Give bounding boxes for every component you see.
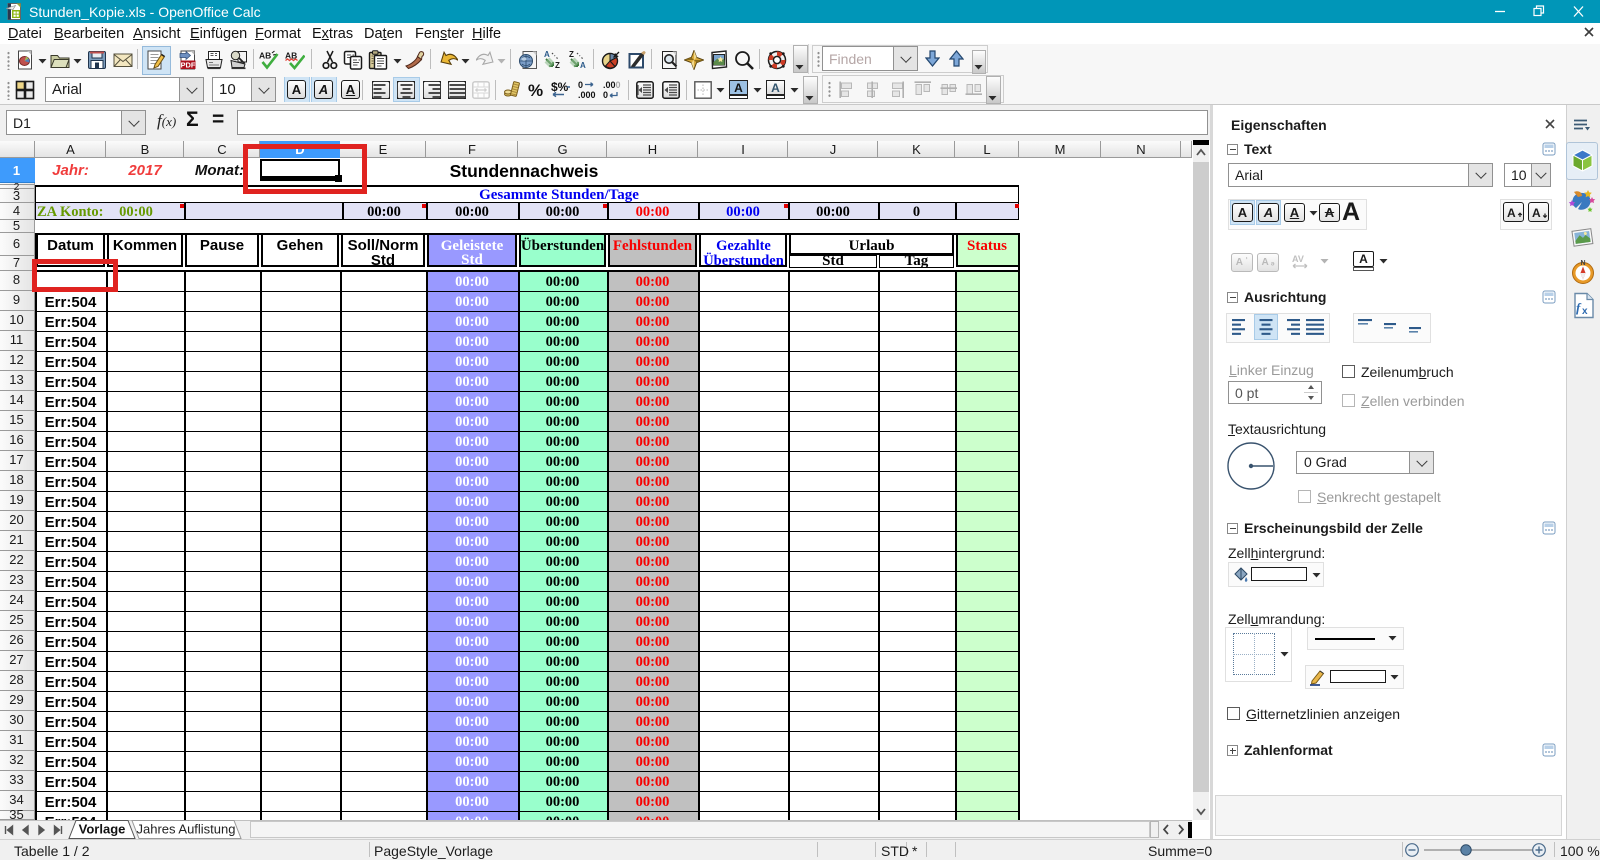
svg-text:Vorlage: Vorlage [79, 822, 126, 837]
svg-text:x: x [1582, 306, 1588, 317]
svg-text:A: A [544, 50, 550, 59]
svg-text:.00: .00 [603, 80, 616, 90]
svg-text:%: % [528, 81, 543, 100]
svg-text:0: 0 [603, 90, 608, 100]
svg-text:0: 0 [616, 80, 621, 90]
svg-text:A: A [1507, 206, 1516, 220]
svg-text:A: A [1532, 206, 1541, 220]
svg-text:Z: Z [569, 50, 574, 59]
svg-text:PDF: PDF [181, 60, 196, 69]
svg-text:A: A [580, 61, 586, 70]
svg-text:.000: .000 [578, 90, 596, 100]
svg-text:$%: $% [551, 80, 569, 94]
svg-text:AV: AV [1292, 254, 1304, 264]
svg-text:N: N [1580, 260, 1585, 267]
svg-text:AB: AB [259, 51, 271, 61]
svg-text:Z: Z [555, 61, 560, 70]
svg-text:Jahres Auflistung: Jahres Auflistung [136, 822, 235, 837]
svg-text:0: 0 [578, 80, 583, 90]
